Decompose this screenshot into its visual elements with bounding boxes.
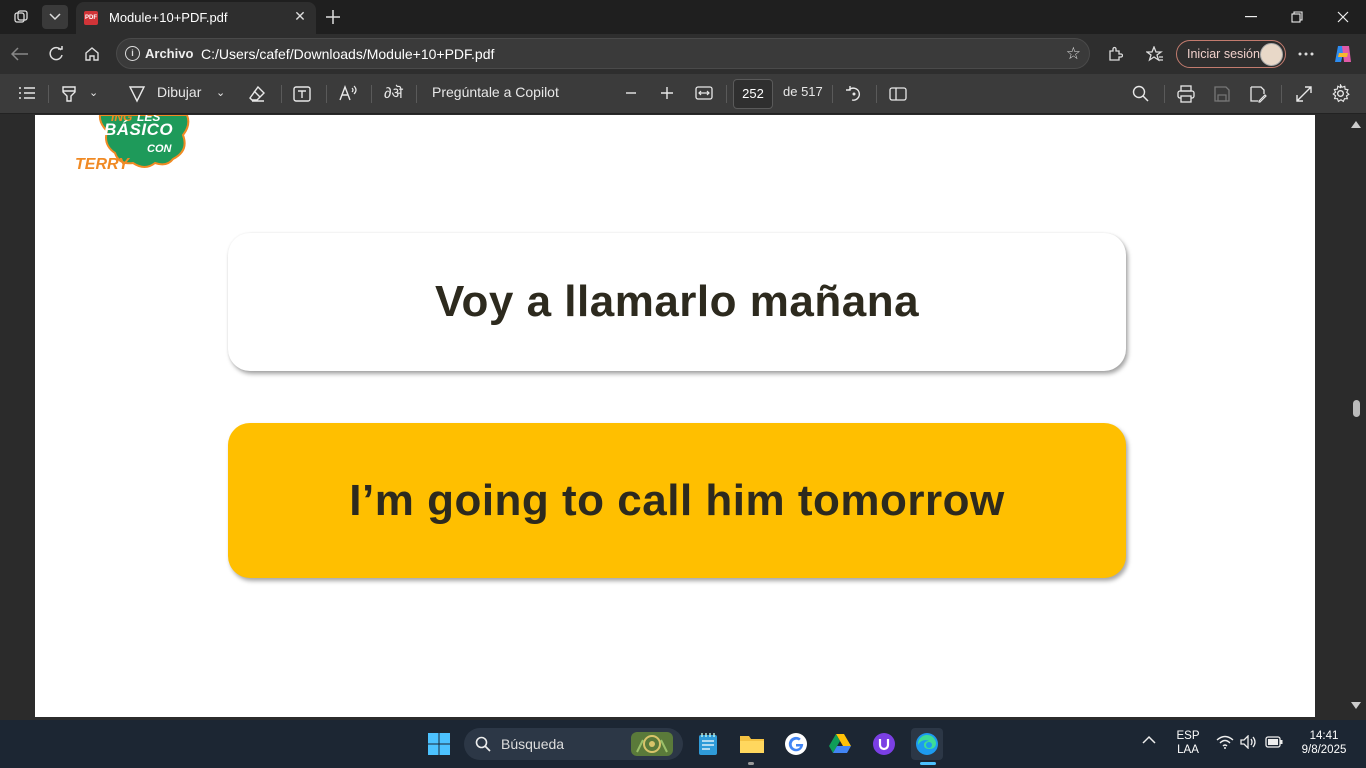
logo-text-con: CON xyxy=(147,143,172,155)
pdf-viewer[interactable]: ING LÉS BÁSICO CON TERRY Voy a llamarlo … xyxy=(0,109,1366,717)
close-tab-icon[interactable]: ✕ xyxy=(292,8,308,24)
wifi-icon[interactable] xyxy=(1216,735,1234,752)
google-drive-icon[interactable] xyxy=(824,728,856,760)
app-u-icon[interactable] xyxy=(868,728,900,760)
restore-icon[interactable] xyxy=(1274,0,1320,34)
page-view-icon[interactable] xyxy=(889,85,907,106)
print-icon[interactable] xyxy=(1177,85,1195,106)
favorite-star-icon[interactable]: ☆ xyxy=(1066,44,1081,64)
tab-actions-icon[interactable] xyxy=(42,5,68,29)
draw-label[interactable]: Dibujar xyxy=(157,84,201,100)
scroll-down-icon[interactable] xyxy=(1351,702,1361,709)
show-hidden-icons[interactable] xyxy=(1142,735,1156,748)
highlight-icon[interactable] xyxy=(60,85,78,106)
page-number-input[interactable]: 252 xyxy=(733,79,773,109)
url-text[interactable]: C:/Users/cafef/Downloads/Module+10+PDF.p… xyxy=(201,46,494,62)
draw-dropdown-icon[interactable]: ⌄ xyxy=(216,86,225,99)
scroll-up-icon[interactable] xyxy=(1351,121,1361,128)
signin-label: Iniciar sesión xyxy=(1187,47,1260,61)
separator xyxy=(326,85,327,103)
back-icon[interactable] xyxy=(5,39,35,69)
avatar xyxy=(1260,43,1283,66)
search-icon[interactable] xyxy=(1132,85,1150,106)
minimize-icon[interactable] xyxy=(1228,0,1274,34)
language-code: ESP xyxy=(1176,730,1200,742)
logo-text-basico: BÁSICO xyxy=(104,120,174,139)
save-as-icon[interactable] xyxy=(1249,85,1267,106)
tab-active[interactable]: PDF Module+10+PDF.pdf ✕ xyxy=(76,2,316,34)
origin-label: Archivo xyxy=(145,46,194,61)
close-window-icon[interactable] xyxy=(1320,0,1366,34)
copilot-icon[interactable] xyxy=(1328,39,1358,69)
taskbar-search-placeholder: Búsqueda xyxy=(501,736,565,752)
home-icon[interactable] xyxy=(77,39,107,69)
windows-taskbar: Búsqueda ESP LAA 14:41 9/8/2025 xyxy=(0,720,1366,768)
english-phrase: I’m going to call him tomorrow xyxy=(349,475,1005,525)
search-highlight-icon xyxy=(631,732,673,756)
scroll-thumb[interactable] xyxy=(1353,400,1360,417)
file-explorer-icon[interactable] xyxy=(736,728,768,760)
separator xyxy=(832,85,833,103)
fullscreen-icon[interactable] xyxy=(1295,85,1313,106)
eraser-icon[interactable] xyxy=(248,85,266,106)
separator xyxy=(416,85,417,103)
save-icon[interactable] xyxy=(1213,85,1231,106)
workspaces-icon[interactable] xyxy=(8,5,34,29)
translate-icon[interactable]: ∂ऄ xyxy=(384,83,403,103)
spanish-phrase: Voy a llamarlo mañana xyxy=(434,277,920,326)
taskbar-search[interactable]: Búsqueda xyxy=(464,728,683,760)
separator xyxy=(371,85,372,103)
edge-browser-icon[interactable] xyxy=(911,728,943,760)
vertical-scrollbar[interactable] xyxy=(1346,115,1366,717)
zoom-in-icon[interactable] xyxy=(660,86,674,103)
contents-icon[interactable] xyxy=(18,86,36,103)
clock-date: 9/8/2025 xyxy=(1301,744,1347,756)
separator xyxy=(1164,85,1165,103)
separator xyxy=(876,85,877,103)
new-tab-icon[interactable] xyxy=(320,5,346,29)
text-box-icon[interactable] xyxy=(293,85,311,106)
clock[interactable]: 14:41 9/8/2025 xyxy=(1294,730,1354,756)
keyboard-layout: LAA xyxy=(1177,744,1199,756)
highlight-dropdown-icon[interactable]: ⌄ xyxy=(89,86,98,99)
draw-icon[interactable] xyxy=(128,85,146,106)
volume-icon[interactable] xyxy=(1240,734,1258,752)
page-total-label: de 517 xyxy=(783,84,823,99)
read-aloud-icon[interactable] xyxy=(339,84,359,105)
edge-active-indicator xyxy=(920,762,936,765)
fit-to-width-icon[interactable] xyxy=(695,86,713,103)
separator xyxy=(726,85,727,103)
notepad-icon[interactable] xyxy=(692,728,724,760)
settings-gear-icon[interactable] xyxy=(1331,82,1350,106)
signin-button[interactable]: Iniciar sesión xyxy=(1176,40,1286,68)
separator xyxy=(281,85,282,103)
more-options-icon[interactable] xyxy=(1291,39,1321,69)
extensions-icon[interactable] xyxy=(1100,39,1130,69)
favorites-icon[interactable] xyxy=(1140,39,1170,69)
browser-titlebar: PDF Module+10+PDF.pdf ✕ xyxy=(0,0,1366,34)
ask-copilot-button[interactable]: Pregúntale a Copilot xyxy=(432,84,559,100)
english-phrase-card: I’m going to call him tomorrow xyxy=(228,423,1126,578)
google-icon[interactable] xyxy=(780,728,812,760)
site-info-icon[interactable]: i xyxy=(125,46,140,61)
pdf-file-icon: PDF xyxy=(84,11,98,25)
refresh-icon[interactable] xyxy=(41,39,71,69)
pdf-page: ING LÉS BÁSICO CON TERRY Voy a llamarlo … xyxy=(35,109,1315,717)
address-bar[interactable]: i Archivo C:/Users/cafef/Downloads/Modul… xyxy=(116,38,1090,69)
zoom-out-icon[interactable] xyxy=(624,86,638,103)
address-bar-row: i Archivo C:/Users/cafef/Downloads/Modul… xyxy=(0,34,1366,74)
tab-title: Module+10+PDF.pdf xyxy=(109,10,228,25)
spanish-phrase-card: Voy a llamarlo mañana xyxy=(228,233,1126,371)
battery-icon[interactable] xyxy=(1265,736,1283,751)
ingles-basico-logo: ING LÉS BÁSICO CON TERRY xyxy=(75,109,190,175)
rotate-icon[interactable] xyxy=(845,85,863,106)
pdf-toolbar: ⌄ Dibujar ⌄ ∂ऄ Pregúntale a Copilot 252 … xyxy=(0,74,1366,114)
language-indicator[interactable]: ESP LAA xyxy=(1174,730,1202,756)
windows-start-icon[interactable] xyxy=(423,728,455,760)
clock-time: 14:41 xyxy=(1309,730,1339,742)
separator xyxy=(48,85,49,103)
explorer-open-indicator xyxy=(748,762,754,765)
logo-text-terry: TERRY xyxy=(75,156,129,173)
separator xyxy=(1281,85,1282,103)
